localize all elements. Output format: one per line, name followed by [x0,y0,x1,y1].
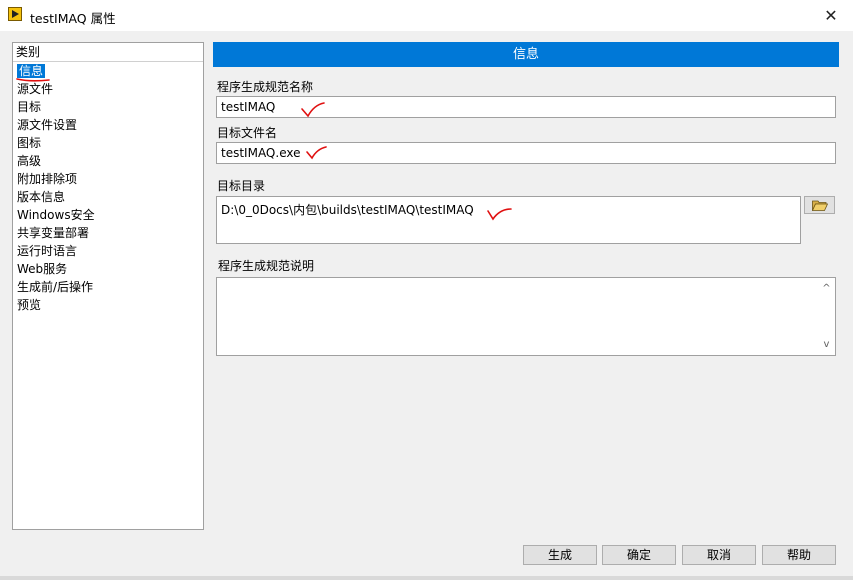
browse-button[interactable] [804,196,835,214]
category-item-advanced[interactable]: 高级 [13,152,203,170]
scroll-up-icon[interactable]: ^ [818,280,835,297]
section-title: 信息 [213,42,839,67]
window-bottom-edge [0,576,853,580]
spec-name-label: 程序生成规范名称 [217,80,314,94]
red-check-annotation [306,146,327,160]
category-item-runtime-languages[interactable]: 运行时语言 [13,242,203,260]
category-item-source-file-settings[interactable]: 源文件设置 [13,116,203,134]
close-icon: ✕ [824,6,838,25]
help-button[interactable]: 帮助 [762,545,836,565]
category-item-version-info[interactable]: 版本信息 [13,188,203,206]
description-textarea[interactable]: ^ v [216,277,836,356]
category-panel: 类别 信息 源文件 目标 源文件设置 图标 高级 附加排除项 版本信息 Wind… [12,42,204,530]
app-icon [8,7,22,21]
description-scrollbar[interactable]: ^ v [818,278,835,355]
category-item-additional-exclusions[interactable]: 附加排除项 [13,170,203,188]
category-list: 信息 源文件 目标 源文件设置 图标 高级 附加排除项 版本信息 Windows… [13,62,203,314]
description-label: 程序生成规范说明 [218,259,315,273]
category-item-destinations[interactable]: 目标 [13,98,203,116]
target-dir-label: 目标目录 [217,179,266,193]
window-title: testIMAQ 属性 [30,11,116,26]
title-bar: testIMAQ 属性 ✕ [0,0,853,32]
red-check-annotation [487,208,512,221]
category-header: 类别 [13,43,203,62]
spec-name-value: testIMAQ [221,100,276,114]
red-underline-annotation [16,78,50,82]
category-item-web-services[interactable]: Web服务 [13,260,203,278]
red-check-annotation [301,102,325,118]
scroll-down-icon[interactable]: v [818,336,835,353]
category-item-windows-security[interactable]: Windows安全 [13,206,203,224]
folder-open-icon [812,200,828,211]
category-item-shared-variable-deployment[interactable]: 共享变量部署 [13,224,203,242]
ok-button[interactable]: 确定 [602,545,676,565]
build-button[interactable]: 生成 [523,545,597,565]
cancel-button[interactable]: 取消 [682,545,756,565]
category-item-preview[interactable]: 预览 [13,296,203,314]
target-file-value: testIMAQ.exe [221,146,301,160]
category-item-icon[interactable]: 图标 [13,134,203,152]
target-file-label: 目标文件名 [217,126,278,140]
target-dir-value: D:\0_0Docs\内包\builds\testIMAQ\testIMAQ [221,203,474,217]
close-button[interactable]: ✕ [809,0,853,31]
category-item-pre-post-build-actions[interactable]: 生成前/后操作 [13,278,203,296]
dialog-body: 类别 信息 源文件 目标 源文件设置 图标 高级 附加排除项 版本信息 Wind… [0,31,853,580]
